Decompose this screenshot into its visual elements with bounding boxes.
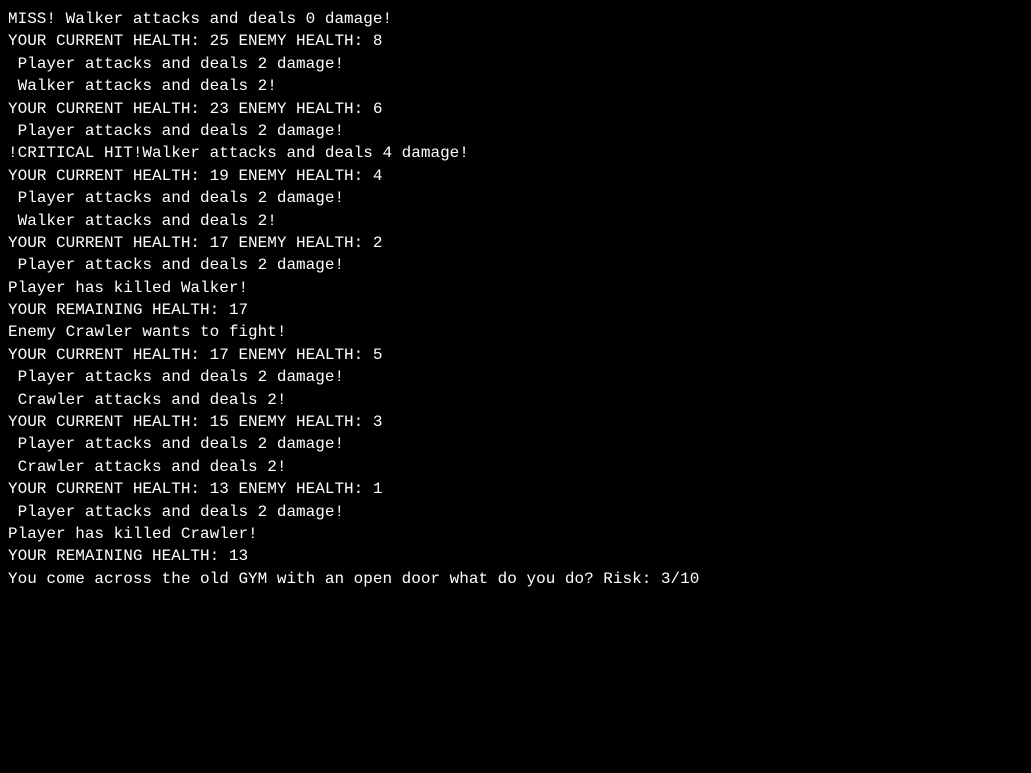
log-line: YOUR REMAINING HEALTH: 17 [8, 299, 1023, 321]
log-line: Player has killed Crawler! [8, 523, 1023, 545]
log-line: YOUR CURRENT HEALTH: 25 ENEMY HEALTH: 8 [8, 30, 1023, 52]
log-line: Walker attacks and deals 2! [8, 75, 1023, 97]
log-line: Crawler attacks and deals 2! [8, 456, 1023, 478]
log-line: Crawler attacks and deals 2! [8, 389, 1023, 411]
log-line: Player has killed Walker! [8, 277, 1023, 299]
log-line: YOUR CURRENT HEALTH: 17 ENEMY HEALTH: 2 [8, 232, 1023, 254]
log-line: Player attacks and deals 2 damage! [8, 53, 1023, 75]
log-line: Player attacks and deals 2 damage! [8, 366, 1023, 388]
log-line: Enemy Crawler wants to fight! [8, 321, 1023, 343]
log-line: Player attacks and deals 2 damage! [8, 254, 1023, 276]
log-line: YOUR CURRENT HEALTH: 19 ENEMY HEALTH: 4 [8, 165, 1023, 187]
log-line: !CRITICAL HIT!Walker attacks and deals 4… [8, 142, 1023, 164]
log-line: YOUR REMAINING HEALTH: 13 [8, 545, 1023, 567]
log-line: Player attacks and deals 2 damage! [8, 120, 1023, 142]
log-line: YOUR CURRENT HEALTH: 23 ENEMY HEALTH: 6 [8, 98, 1023, 120]
log-line: Player attacks and deals 2 damage! [8, 433, 1023, 455]
log-line: You come across the old GYM with an open… [8, 568, 1023, 590]
log-line: YOUR CURRENT HEALTH: 17 ENEMY HEALTH: 5 [8, 344, 1023, 366]
log-line: Player attacks and deals 2 damage! [8, 187, 1023, 209]
log-line: YOUR CURRENT HEALTH: 15 ENEMY HEALTH: 3 [8, 411, 1023, 433]
log-line: Walker attacks and deals 2! [8, 210, 1023, 232]
game-log: MISS! Walker attacks and deals 0 damage!… [8, 8, 1023, 590]
log-line: Player attacks and deals 2 damage! [8, 501, 1023, 523]
log-line: MISS! Walker attacks and deals 0 damage! [8, 8, 1023, 30]
log-line: YOUR CURRENT HEALTH: 13 ENEMY HEALTH: 1 [8, 478, 1023, 500]
